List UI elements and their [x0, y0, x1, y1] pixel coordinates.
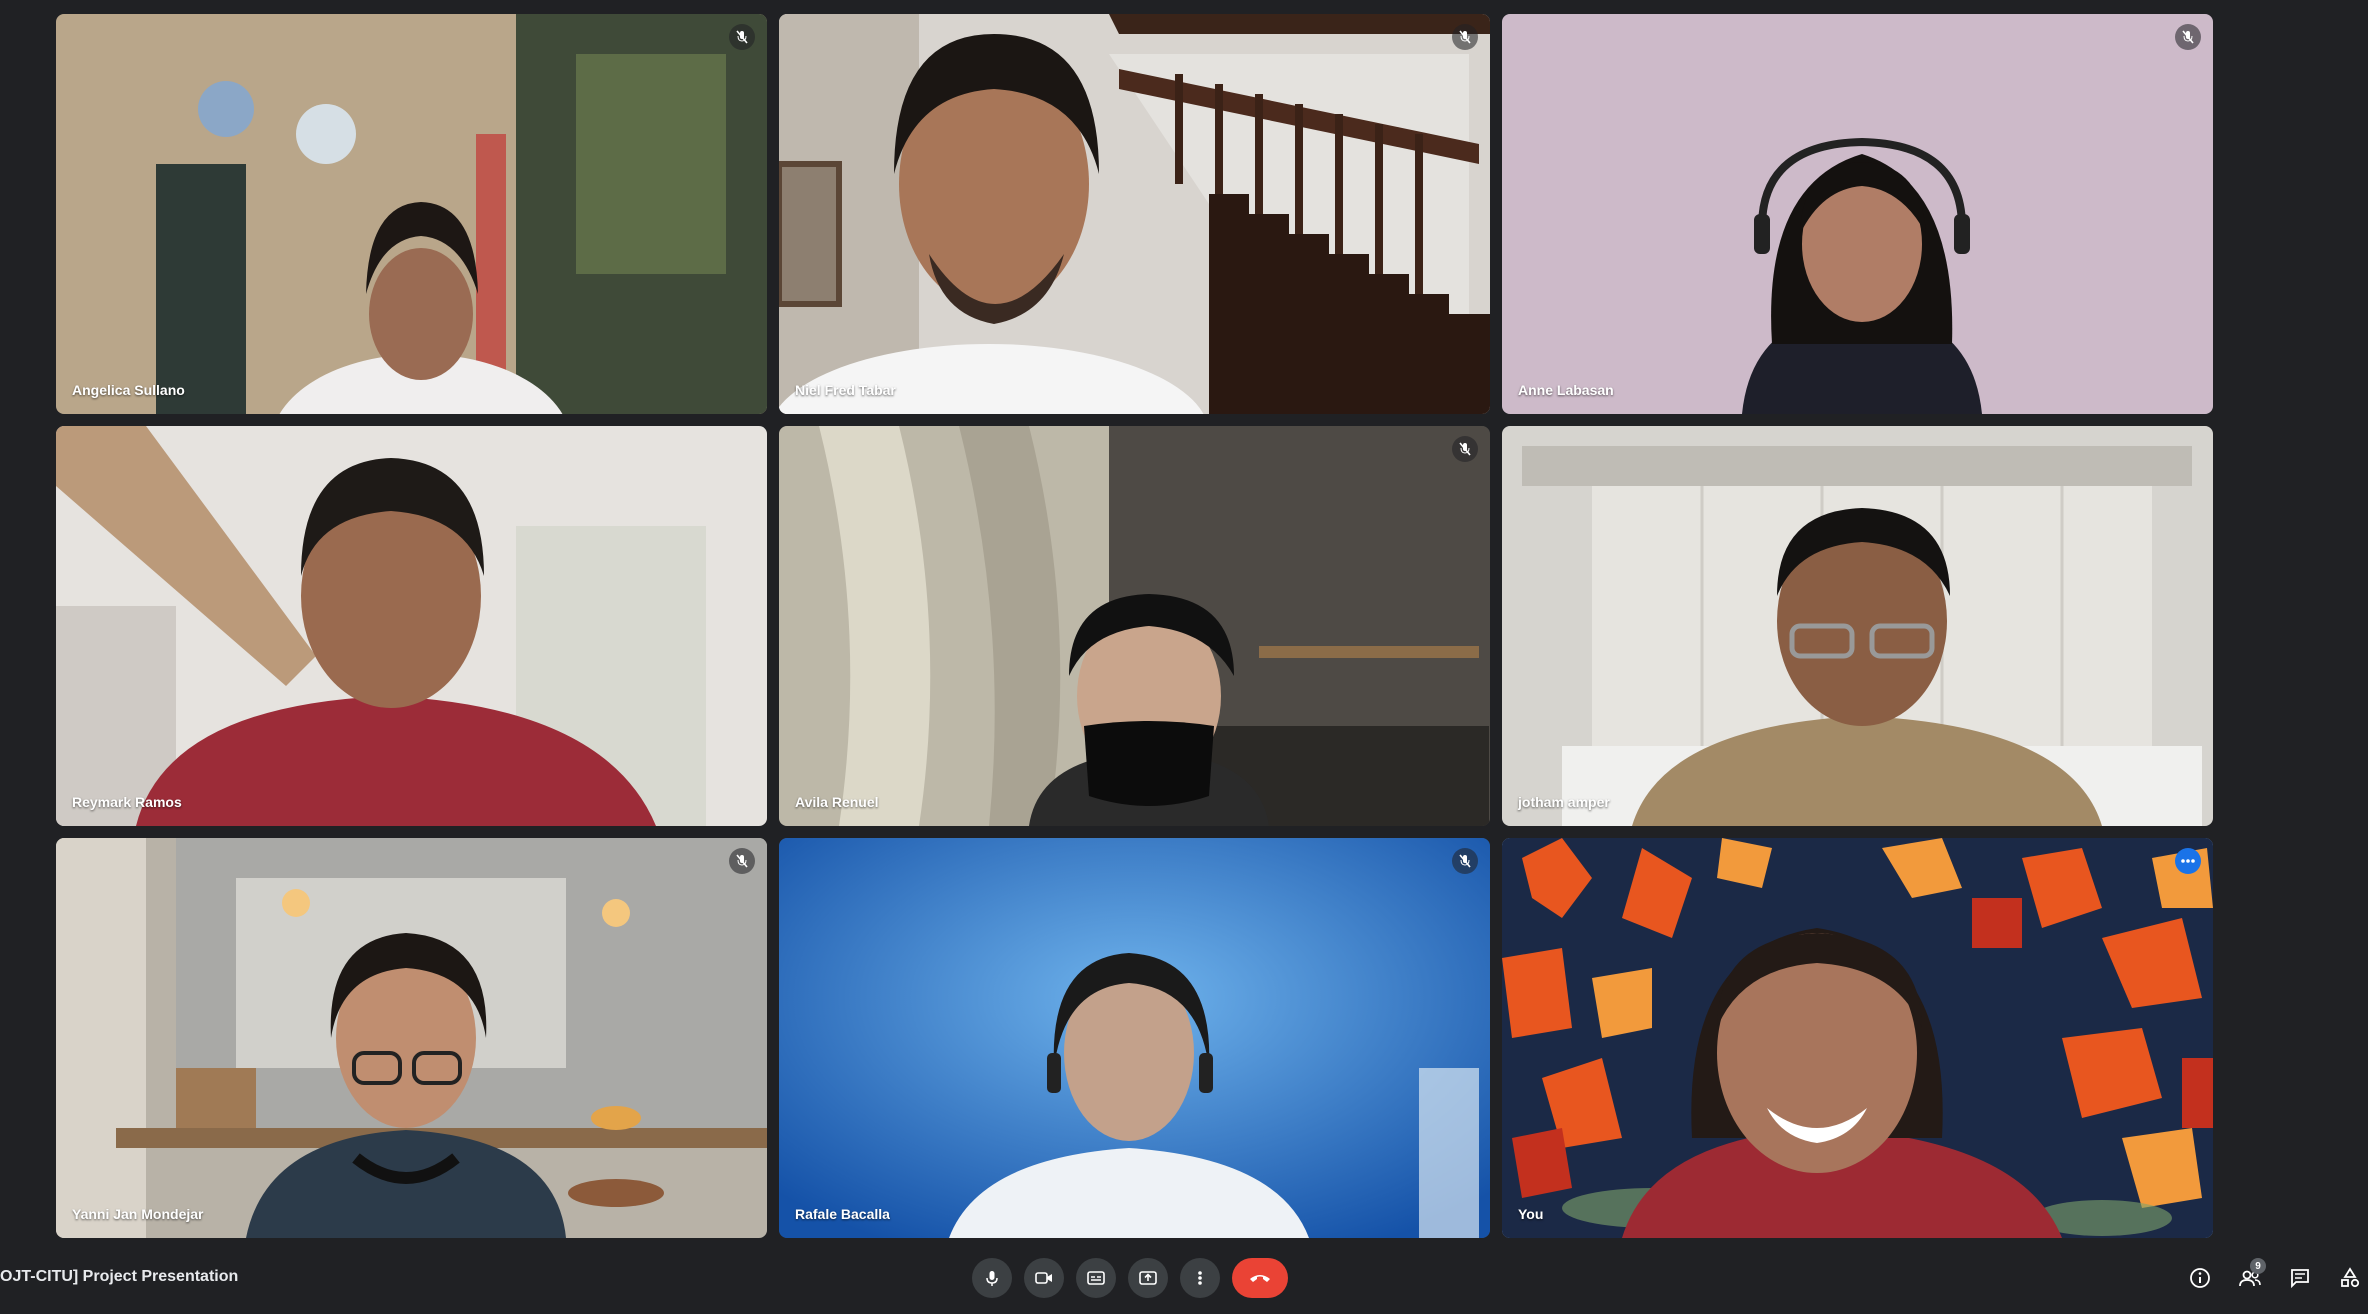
- participant-avatar: [136, 458, 656, 826]
- participant-tile[interactable]: Yanni Jan Mondejar: [56, 838, 767, 1238]
- participant-avatar: [1742, 137, 1982, 414]
- participant-name: Angelica Sullano: [72, 382, 185, 398]
- chat-icon[interactable]: [2282, 1258, 2318, 1298]
- camera-icon[interactable]: [1024, 1258, 1064, 1298]
- participant-name: Niel Fred Tabar: [795, 382, 896, 398]
- participant-avatar: [949, 953, 1309, 1238]
- captions-icon[interactable]: [1076, 1258, 1116, 1298]
- participant-name: Anne Labasan: [1518, 382, 1614, 398]
- participant-count-badge: 9: [2250, 1258, 2266, 1274]
- participant-tile[interactable]: Niel Fred Tabar: [779, 14, 1490, 414]
- participant-name: jotham amper: [1518, 794, 1610, 810]
- people-icon[interactable]: 9: [2232, 1258, 2268, 1298]
- participant-tile[interactable]: Avila Renuel: [779, 426, 1490, 826]
- participant-tile[interactable]: Angelica Sullano: [56, 14, 767, 414]
- participant-avatar: [1622, 928, 2062, 1238]
- present-icon[interactable]: [1128, 1258, 1168, 1298]
- participant-name: Avila Renuel: [795, 794, 879, 810]
- participant-avatar: [1029, 594, 1269, 826]
- participant-name: Yanni Jan Mondejar: [72, 1206, 204, 1222]
- bottom-toolbar: OJT-CITU] Project Presentation 9: [0, 1240, 2368, 1314]
- call-controls: [972, 1258, 1288, 1298]
- self-tile[interactable]: You: [1502, 838, 2213, 1238]
- participant-avatar: [1632, 508, 2102, 826]
- activities-icon[interactable]: [2332, 1258, 2368, 1298]
- info-icon[interactable]: [2182, 1258, 2218, 1298]
- meeting-title: OJT-CITU] Project Presentation: [0, 1268, 239, 1285]
- more-options-icon[interactable]: [2175, 848, 2201, 874]
- participant-tile[interactable]: Anne Labasan: [1502, 14, 2213, 414]
- more-options-icon[interactable]: [1180, 1258, 1220, 1298]
- participant-avatar: [246, 933, 566, 1238]
- participant-name: Rafale Bacalla: [795, 1206, 890, 1222]
- participant-avatar: [279, 202, 563, 414]
- participant-name: You: [1518, 1206, 1544, 1222]
- mic-off-icon: [1452, 436, 1478, 462]
- mic-off-icon: [729, 848, 755, 874]
- participant-tile[interactable]: Rafale Bacalla: [779, 838, 1490, 1238]
- participant-avatar: [779, 34, 1204, 414]
- meeting-side-actions: 9: [2182, 1258, 2368, 1298]
- end-call-icon[interactable]: [1232, 1258, 1288, 1298]
- video-grid: Angelica Sullano Niel Fred Tabar Anne La…: [56, 14, 2216, 1239]
- mic-off-icon: [1452, 24, 1478, 50]
- mic-off-icon: [2175, 24, 2201, 50]
- participant-tile[interactable]: jotham amper: [1502, 426, 2213, 826]
- participant-tile[interactable]: Reymark Ramos: [56, 426, 767, 826]
- participant-name: Reymark Ramos: [72, 794, 182, 810]
- mic-icon[interactable]: [972, 1258, 1012, 1298]
- mic-off-icon: [729, 24, 755, 50]
- mic-off-icon: [1452, 848, 1478, 874]
